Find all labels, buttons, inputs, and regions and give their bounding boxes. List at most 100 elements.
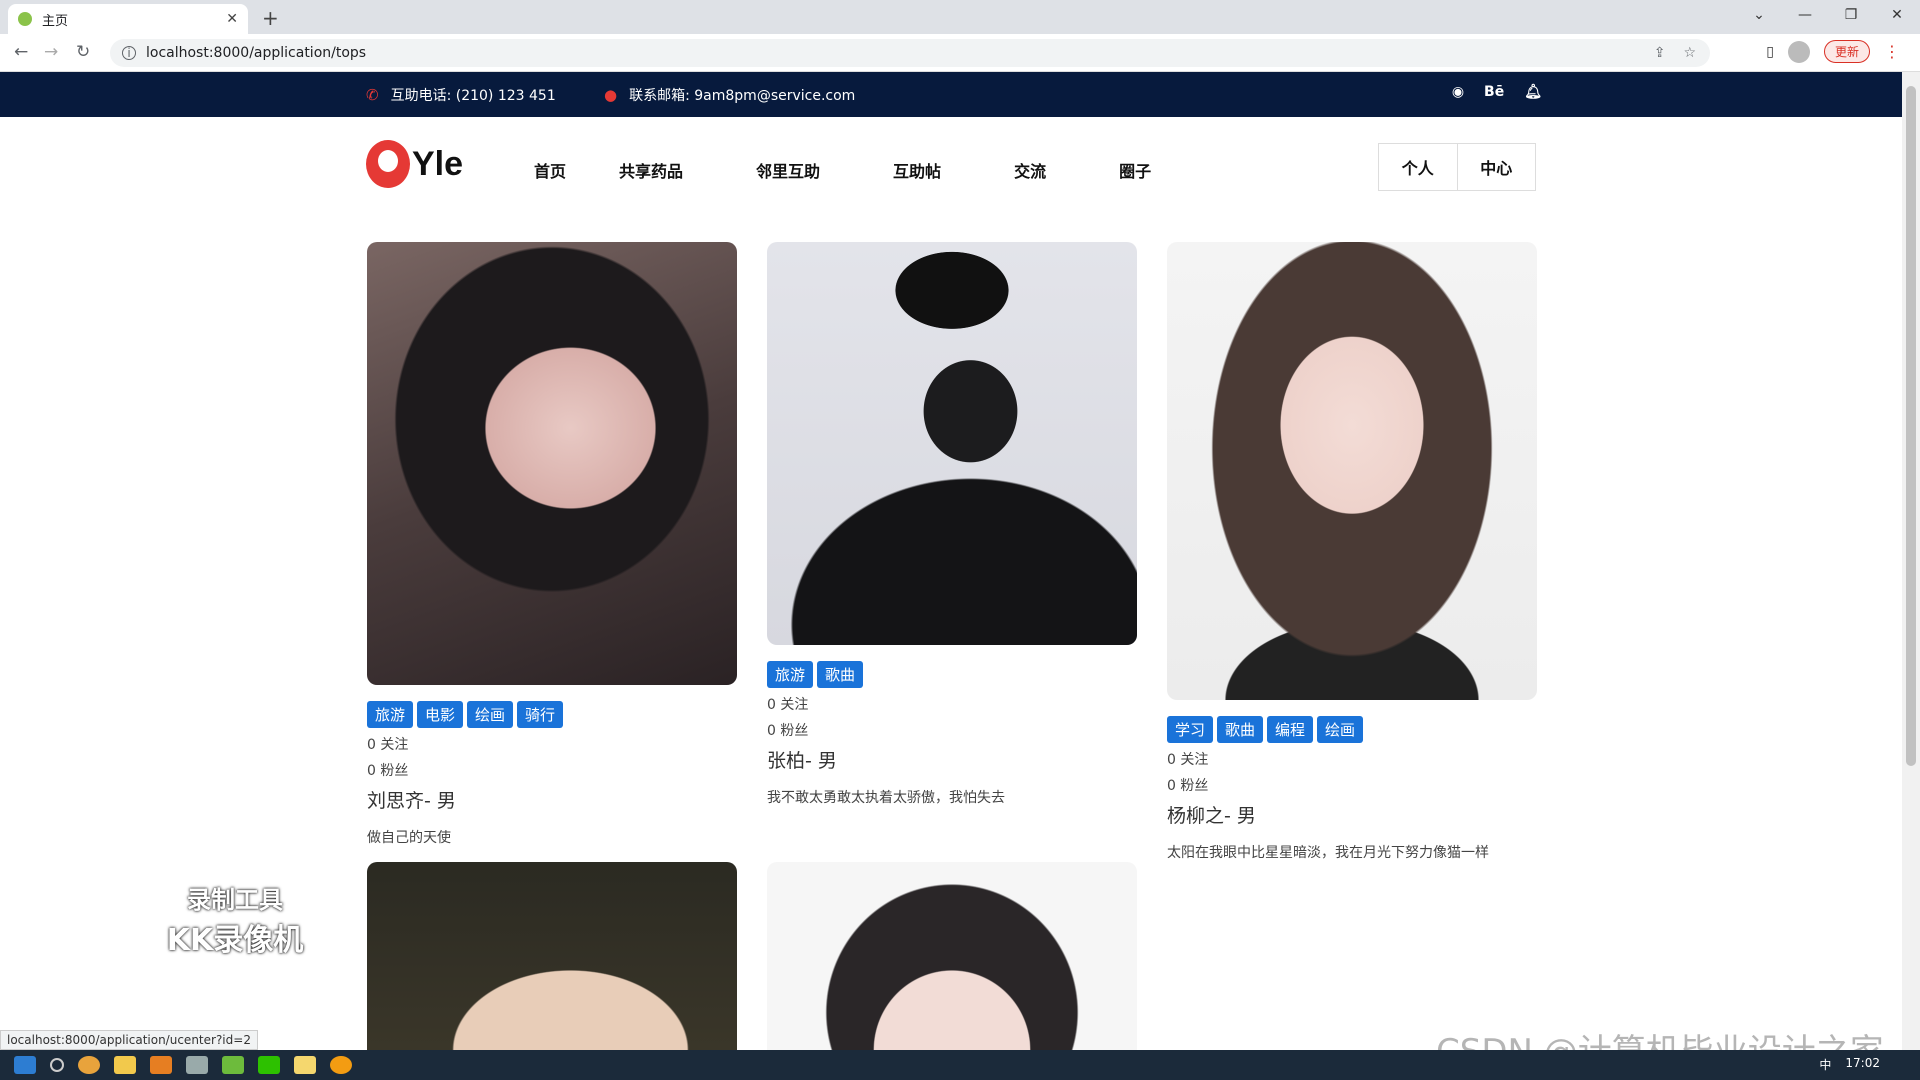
minimize-icon[interactable]: — — [1782, 0, 1828, 34]
clock[interactable]: 17:02 — [1845, 1056, 1880, 1073]
notepad-icon[interactable] — [294, 1056, 316, 1074]
ime-indicator[interactable]: 中 — [1819, 1056, 1831, 1073]
phone-contact: ✆ 互助电话: (210) 123 451 — [366, 85, 556, 105]
tag-list: 旅游 电影 绘画 骑行 — [367, 701, 737, 728]
portrait-art — [1167, 242, 1537, 700]
forward-icon[interactable]: → — [44, 42, 58, 62]
tab-search-icon[interactable]: ⌄ — [1736, 0, 1782, 34]
user-center-right[interactable]: 中心 — [1458, 144, 1536, 190]
portrait-art — [767, 242, 1137, 645]
portrait-art — [367, 242, 737, 685]
tag[interactable]: 绘画 — [467, 701, 514, 728]
address-bar[interactable]: i localhost:8000/application/tops ⇪ ☆ — [110, 39, 1710, 67]
search-icon[interactable] — [50, 1058, 64, 1072]
wechat-icon[interactable] — [258, 1056, 280, 1074]
behance-icon[interactable]: Bē — [1484, 84, 1504, 100]
tag[interactable]: 旅游 — [367, 701, 414, 728]
site-info-icon[interactable]: i — [122, 46, 136, 60]
nav-item-help-posts[interactable]: 互助帖 — [893, 158, 941, 182]
weibo-icon[interactable]: ◉ — [1452, 84, 1464, 100]
nav-item-shared-medicine[interactable]: 共享药品 — [619, 158, 683, 182]
tag[interactable]: 编程 — [1267, 716, 1314, 743]
fans-count: 0 粉丝 — [367, 763, 409, 779]
user-avatar-photo[interactable] — [367, 862, 737, 1050]
tag[interactable]: 绘画 — [1317, 716, 1364, 743]
user-name[interactable]: 杨柳之- 男 — [1167, 801, 1537, 828]
recorder-watermark: 录制工具 KK录像机 — [160, 880, 310, 959]
close-window-icon[interactable]: ✕ — [1874, 0, 1920, 34]
user-avatar-photo[interactable] — [367, 242, 737, 685]
tag[interactable]: 歌曲 — [817, 661, 864, 688]
share-icon[interactable]: ⇪ — [1654, 45, 1666, 61]
fans-count: 0 粉丝 — [767, 723, 809, 739]
start-icon[interactable] — [14, 1056, 36, 1074]
restore-icon[interactable]: ❐ — [1828, 0, 1874, 34]
user-center-left[interactable]: 个人 — [1379, 144, 1458, 190]
user-card[interactable]: 学习 歌曲 编程 绘画 0 关注 0 粉丝 杨柳之- 男 太阳在我眼中比星星暗淡… — [1167, 242, 1537, 862]
tag[interactable]: 电影 — [417, 701, 464, 728]
app-icon[interactable] — [222, 1056, 244, 1074]
search-tool-icon[interactable] — [150, 1056, 172, 1074]
tag[interactable]: 学习 — [1167, 716, 1214, 743]
user-card[interactable]: 旅游 歌曲 0 关注 0 粉丝 张柏- 男 我不敢太勇敢太执着太骄傲，我怕失去 — [767, 242, 1137, 807]
user-bio: 太阳在我眼中比星星暗淡，我在月光下努力像猫一样 — [1167, 845, 1489, 861]
user-bio: 做自己的天使 — [367, 830, 451, 846]
user-bio: 我不敢太勇敢太执着太骄傲，我怕失去 — [767, 790, 1005, 806]
user-card[interactable]: 旅游 电影 绘画 骑行 0 关注 0 粉丝 刘思齐- 男 做自己的天使 — [367, 242, 737, 847]
email-contact: ● 联系邮箱: 9am8pm@service.com — [604, 85, 855, 105]
kebab-menu-icon[interactable]: ⋮ — [1884, 42, 1900, 61]
phone-text: 互助电话: (210) 123 451 — [390, 88, 556, 104]
user-center-button[interactable]: 个人 中心 — [1378, 143, 1536, 191]
chrome-icon[interactable] — [78, 1056, 100, 1074]
phone-icon: ✆ — [366, 86, 379, 104]
sidepanel-icon[interactable]: ▯ — [1766, 44, 1774, 60]
tag-list: 旅游 歌曲 — [767, 661, 1137, 688]
tag[interactable]: 旅游 — [767, 661, 814, 688]
nav-item-circle[interactable]: 圈子 — [1119, 158, 1151, 182]
social-links: ◉ Bē 🔔︎ — [1452, 84, 1542, 100]
leaf-favicon-icon — [18, 12, 32, 26]
user-name[interactable]: 张柏- 男 — [767, 746, 1137, 773]
watermark-line1: 录制工具 — [187, 886, 283, 914]
watermark-line2: KK录像机 — [166, 923, 304, 958]
window-controls: ⌄ — ❐ ✕ — [1736, 0, 1920, 34]
update-button[interactable]: 更新 — [1823, 40, 1870, 63]
nav-item-neighbor-help[interactable]: 邻里互助 — [756, 158, 820, 182]
browser-tabbar: 主页 ✕ + ⌄ — ❐ ✕ — [0, 0, 1920, 34]
close-tab-icon[interactable]: ✕ — [226, 11, 238, 27]
nav-item-home[interactable]: 首页 — [534, 158, 566, 182]
follow-count: 0 关注 — [367, 737, 409, 753]
page-scrollbar[interactable] — [1902, 72, 1920, 1050]
link-status-bubble: localhost:8000/application/ucenter?id=2 — [0, 1030, 258, 1050]
user-name[interactable]: 刘思齐- 男 — [367, 786, 737, 813]
follow-count: 0 关注 — [1167, 752, 1209, 768]
clock-icon: ● — [604, 86, 618, 104]
user-card[interactable] — [767, 862, 1137, 1050]
user-avatar-photo[interactable] — [767, 862, 1137, 1050]
new-tab-icon[interactable]: + — [262, 6, 279, 30]
browser-toolbar: ← → ↻ i localhost:8000/application/tops … — [0, 34, 1920, 72]
follow-count: 0 关注 — [767, 697, 809, 713]
logo-mark-icon — [366, 140, 410, 188]
fans-count: 0 粉丝 — [1167, 778, 1209, 794]
nav-item-exchange[interactable]: 交流 — [1014, 158, 1046, 182]
recorder-icon[interactable] — [330, 1056, 352, 1074]
tag[interactable]: 歌曲 — [1217, 716, 1264, 743]
user-avatar-photo[interactable] — [767, 242, 1137, 645]
tag[interactable]: 骑行 — [517, 701, 564, 728]
reload-icon[interactable]: ↻ — [76, 42, 90, 62]
site-logo[interactable]: Yle — [366, 140, 463, 188]
user-avatar-photo[interactable] — [1167, 242, 1537, 700]
browser-tab[interactable]: 主页 ✕ — [8, 4, 248, 34]
tag-list: 学习 歌曲 编程 绘画 — [1167, 716, 1537, 743]
contact-strip: ✆ 互助电话: (210) 123 451 ● 联系邮箱: 9am8pm@ser… — [0, 72, 1902, 117]
settings-icon[interactable] — [186, 1056, 208, 1074]
back-icon[interactable]: ← — [14, 42, 28, 62]
bookmark-star-icon[interactable]: ☆ — [1683, 45, 1696, 61]
profile-avatar[interactable] — [1787, 40, 1810, 63]
folder-icon[interactable] — [114, 1056, 136, 1074]
bell-icon[interactable]: 🔔︎ — [1524, 84, 1542, 100]
scrollbar-thumb[interactable] — [1906, 86, 1916, 766]
tab-title: 主页 — [42, 13, 69, 29]
user-card[interactable] — [367, 862, 737, 1050]
